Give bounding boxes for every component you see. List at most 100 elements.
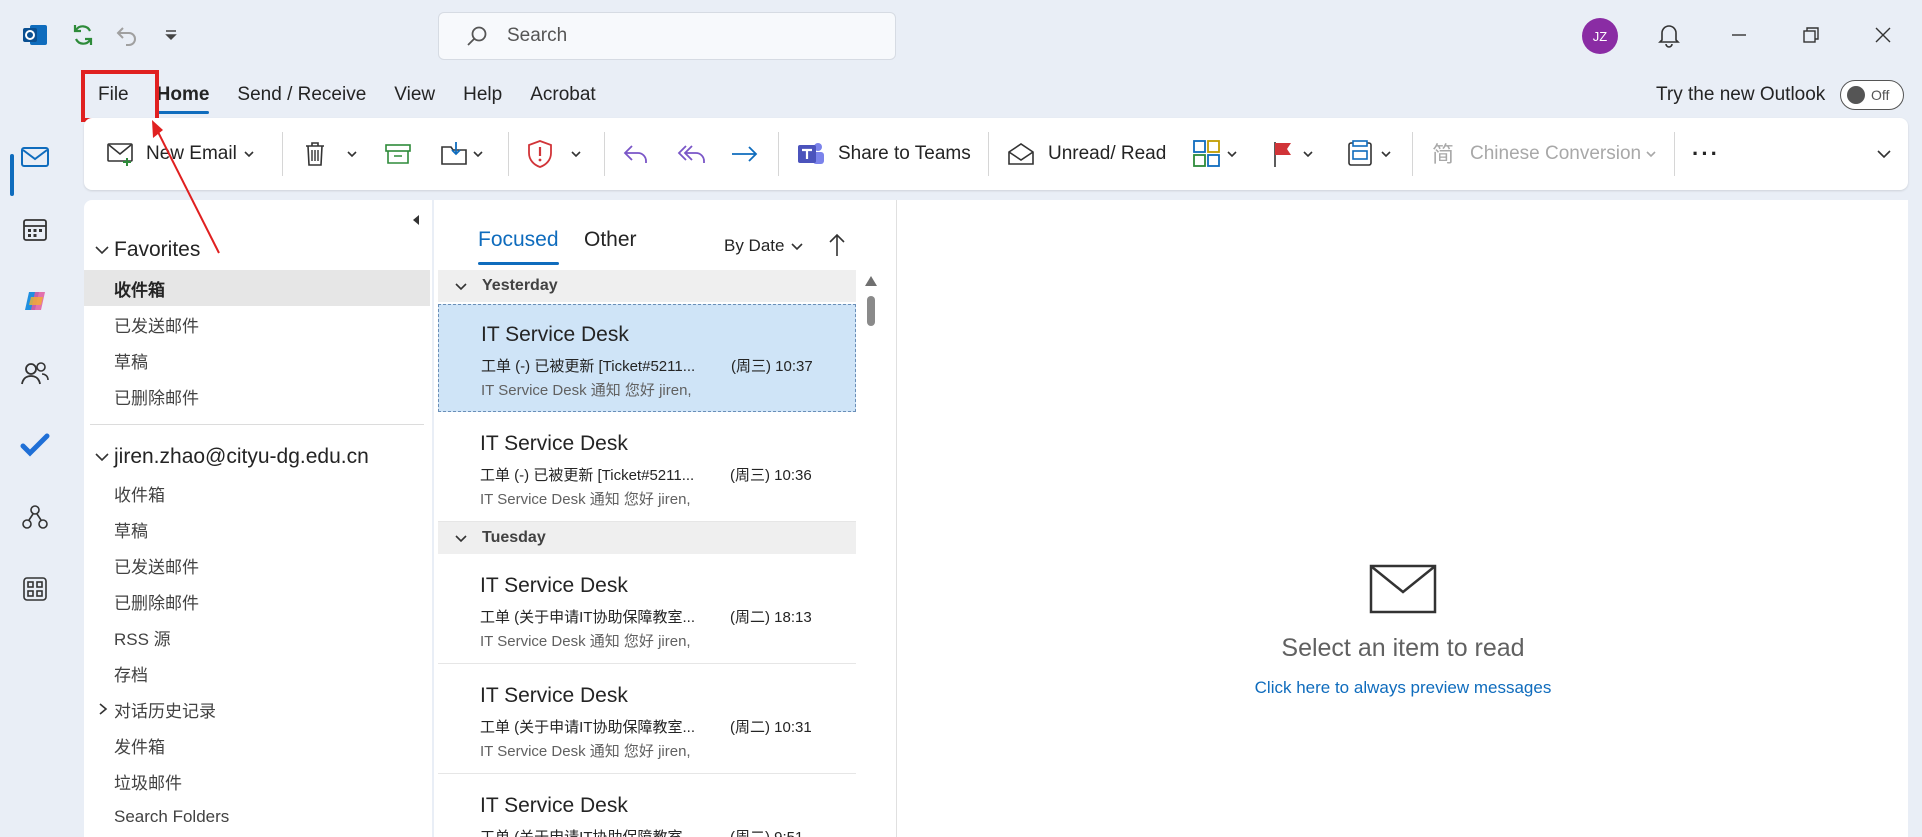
minimize-icon[interactable]	[1722, 18, 1756, 52]
chevron-right-icon[interactable]	[96, 702, 110, 716]
folder-label: 已发送邮件	[114, 316, 199, 336]
folder-deleted[interactable]: 已删除邮件	[84, 583, 430, 619]
group-label: Tuesday	[482, 529, 546, 546]
account-header[interactable]: jiren.zhao@cityu-dg.edu.cn	[94, 445, 369, 469]
copilot-icon[interactable]	[16, 282, 54, 320]
favorite-inbox[interactable]: 收件箱	[84, 270, 430, 306]
sort-by-date-button[interactable]: By Date	[724, 236, 804, 256]
favorite-sent[interactable]: 已发送邮件	[84, 306, 430, 342]
calendar-icon[interactable]	[16, 210, 54, 248]
chevron-down-icon	[455, 535, 467, 543]
expand-ribbon-button[interactable]	[1876, 134, 1892, 174]
message-subject: 工单 (-) 已被更新 [Ticket#5211...	[481, 358, 696, 375]
chevron-down-icon[interactable]	[1302, 148, 1314, 160]
share-to-teams-label: Share to Teams	[838, 143, 971, 164]
search-box[interactable]	[438, 12, 896, 60]
report-button[interactable]	[526, 134, 582, 174]
more-options-button[interactable]: ···	[1692, 134, 1720, 174]
try-new-outlook-label: Try the new Outlook	[1656, 84, 1826, 105]
chevron-down-icon	[95, 453, 109, 462]
customize-toolbar-icon[interactable]	[154, 18, 188, 52]
apps-icon[interactable]	[16, 570, 54, 608]
reply-all-icon	[677, 145, 705, 163]
folder-archive[interactable]: 存档	[84, 655, 430, 691]
rules-button[interactable]	[1346, 134, 1392, 174]
chevron-down-icon[interactable]	[1380, 148, 1392, 160]
folder-label: 对话历史记录	[114, 701, 216, 721]
folder-inbox[interactable]: 收件箱	[84, 475, 430, 511]
reply-icon	[623, 145, 647, 163]
tab-view[interactable]: View	[380, 80, 449, 110]
message-item[interactable]: IT Service Desk 工单 (关于申请IT协助保障教室... (周二)…	[438, 556, 856, 664]
sort-direction-icon[interactable]	[826, 232, 848, 258]
collapse-pane-icon[interactable]	[406, 210, 426, 230]
folder-rss[interactable]: RSS 源	[84, 619, 430, 655]
archive-button[interactable]	[384, 134, 412, 174]
folder-conversation-history[interactable]: 对话历史记录	[84, 691, 430, 727]
message-item[interactable]: IT Service Desk 工单 (关于申请IT协助保障教室... (周二)…	[438, 666, 856, 774]
new-outlook-toggle[interactable]: Off	[1840, 80, 1904, 110]
people-icon[interactable]	[16, 354, 54, 392]
folder-label: RSS 源	[114, 629, 171, 649]
org-explorer-icon[interactable]	[16, 498, 54, 536]
group-header-tuesday[interactable]: Tuesday	[438, 522, 856, 554]
chevron-down-icon[interactable]	[472, 148, 484, 160]
chinese-conversion-button[interactable]: 简 Chinese Conversion	[1430, 134, 1657, 174]
bell-icon[interactable]	[1652, 18, 1686, 52]
sync-icon[interactable]	[66, 18, 100, 52]
chevron-down-icon[interactable]	[1226, 148, 1238, 160]
favorite-deleted[interactable]: 已删除邮件	[84, 378, 430, 414]
tab-acrobat[interactable]: Acrobat	[516, 80, 609, 110]
folder-label: 收件箱	[114, 485, 165, 505]
favorites-header[interactable]: Favorites	[94, 238, 200, 262]
folder-outbox[interactable]: 发件箱	[84, 727, 430, 763]
rail-active-indicator	[10, 154, 14, 196]
toggle-state-label: Off	[1871, 87, 1890, 103]
message-list-scrollbar[interactable]	[862, 276, 880, 837]
folder-sent[interactable]: 已发送邮件	[84, 547, 430, 583]
forward-button[interactable]	[730, 134, 760, 174]
restore-icon[interactable]	[1794, 18, 1828, 52]
ribbon-divider	[282, 132, 283, 176]
scroll-thumb[interactable]	[867, 296, 875, 326]
message-subject: 工单 (-) 已被更新 [Ticket#5211...	[480, 467, 695, 484]
message-item[interactable]: IT Service Desk 工单 (-) 已被更新 [Ticket#5211…	[438, 304, 856, 412]
scroll-up-arrow-icon[interactable]	[865, 276, 877, 286]
new-email-button[interactable]: New Email	[106, 134, 255, 174]
share-to-teams-button[interactable]: Share to Teams	[796, 134, 971, 174]
chevron-down-icon[interactable]	[346, 148, 358, 160]
folder-search-folders[interactable]: Search Folders	[84, 799, 430, 835]
group-header-yesterday[interactable]: Yesterday	[438, 270, 856, 302]
chevron-down-icon[interactable]	[243, 148, 255, 160]
message-item[interactable]: IT Service Desk 工单 (关于申请IT协助保障教室... (周二)…	[438, 776, 856, 837]
search-input[interactable]	[507, 25, 867, 47]
tab-focused[interactable]: Focused	[478, 228, 559, 265]
todo-icon[interactable]	[16, 426, 54, 464]
close-icon[interactable]	[1866, 18, 1900, 52]
delete-button[interactable]	[302, 134, 358, 174]
chevron-down-icon[interactable]	[1645, 148, 1657, 160]
folder-drafts[interactable]: 草稿	[84, 511, 430, 547]
tab-send-receive[interactable]: Send / Receive	[223, 80, 380, 110]
categorize-button[interactable]	[1192, 134, 1238, 174]
reply-all-button[interactable]	[676, 134, 708, 174]
message-time: (周二) 10:31	[730, 719, 812, 736]
tab-help[interactable]: Help	[449, 80, 516, 110]
chevron-down-icon[interactable]	[570, 148, 582, 160]
outlook-logo-icon	[18, 18, 52, 52]
unread-read-button[interactable]: Unread/ Read	[1006, 134, 1166, 174]
message-item[interactable]: IT Service Desk 工单 (-) 已被更新 [Ticket#5211…	[438, 414, 856, 522]
reply-button[interactable]	[622, 134, 650, 174]
move-button[interactable]	[440, 134, 484, 174]
undo-icon[interactable]	[110, 18, 144, 52]
folder-label: 已删除邮件	[114, 593, 199, 613]
folder-label: 已删除邮件	[114, 388, 199, 408]
mail-icon[interactable]	[16, 138, 54, 176]
avatar[interactable]: JZ	[1582, 18, 1618, 54]
tab-other[interactable]: Other	[584, 228, 637, 252]
folder-label: 收件箱	[114, 280, 165, 300]
favorite-drafts[interactable]: 草稿	[84, 342, 430, 378]
always-preview-link[interactable]: Click here to always preview messages	[897, 678, 1909, 698]
folder-junk[interactable]: 垃圾邮件	[84, 763, 430, 799]
follow-up-button[interactable]	[1270, 134, 1314, 174]
